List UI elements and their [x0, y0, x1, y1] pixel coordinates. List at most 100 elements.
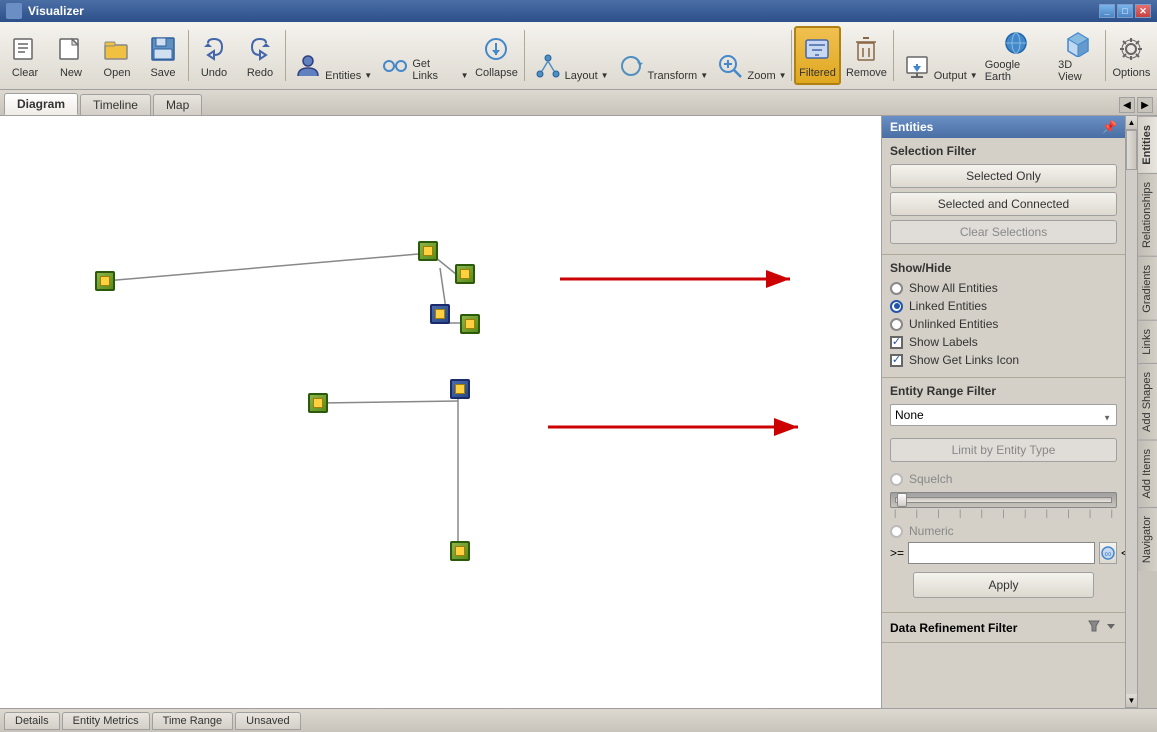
clear-selections-button[interactable]: Clear Selections [890, 220, 1117, 244]
show-all-radio[interactable] [890, 282, 903, 295]
panel-content: Entities 📌 Selection Filter Selected Onl… [882, 116, 1125, 708]
new-icon [55, 33, 87, 65]
linked-entities-radio-row[interactable]: Linked Entities [890, 299, 1117, 313]
unlinked-entities-radio[interactable] [890, 318, 903, 331]
minimize-button[interactable]: _ [1099, 4, 1115, 18]
graph-node[interactable] [95, 271, 115, 291]
slider-thumb[interactable] [897, 493, 907, 507]
transform-icon [616, 50, 646, 82]
scrollbar-up-button[interactable]: ▲ [1126, 116, 1137, 130]
data-refinement-title: Data Refinement Filter [890, 621, 1017, 635]
show-all-radio-row[interactable]: Show All Entities [890, 281, 1117, 295]
numeric-radio[interactable] [890, 525, 903, 538]
unlinked-entities-radio-row[interactable]: Unlinked Entities [890, 317, 1117, 331]
vert-tab-navigator[interactable]: Navigator [1138, 507, 1157, 571]
layout-button[interactable]: Layout ▼ [527, 26, 610, 85]
squelch-slider[interactable] [890, 492, 1117, 508]
data-refinement-filter-icon [1087, 619, 1101, 636]
show-labels-row[interactable]: Show Labels [890, 335, 1117, 349]
redo-icon [244, 33, 276, 65]
zoom-button[interactable]: Zoom ▼ [710, 26, 788, 85]
linked-entities-radio[interactable] [890, 300, 903, 313]
apply-button[interactable]: Apply [913, 572, 1095, 598]
vert-tab-add-items[interactable]: Add Items [1138, 440, 1157, 507]
get-links-icon [379, 50, 410, 82]
zoom-dropdown-arrow: ▼ [779, 71, 787, 80]
vert-tab-relationships[interactable]: Relationships [1138, 173, 1157, 256]
status-bar: Details Entity Metrics Time Range Unsave… [0, 708, 1157, 732]
google-earth-icon [1000, 29, 1032, 57]
canvas-area[interactable] [0, 116, 882, 708]
vert-tab-links[interactable]: Links [1138, 320, 1157, 363]
entities-button[interactable]: Entities ▼ [288, 26, 374, 85]
graph-node[interactable] [308, 393, 328, 413]
tab-diagram[interactable]: Diagram [4, 93, 78, 115]
show-get-links-label: Show Get Links Icon [909, 353, 1019, 367]
output-dropdown-arrow: ▼ [970, 71, 978, 80]
squelch-radio[interactable] [890, 473, 903, 486]
app-title: Visualizer [28, 4, 84, 18]
maximize-button[interactable]: □ [1117, 4, 1133, 18]
tabs-scroll-right[interactable]: ▶ [1137, 97, 1153, 113]
right-panel: Entities 📌 Selection Filter Selected Onl… [882, 116, 1157, 708]
entity-range-filter-title: Entity Range Filter [890, 384, 1117, 398]
remove-button[interactable]: Remove [841, 26, 891, 85]
main-content: Entities 📌 Selection Filter Selected Onl… [0, 116, 1157, 708]
selected-and-connected-button[interactable]: Selected and Connected [890, 192, 1117, 216]
options-button[interactable]: Options [1108, 26, 1155, 85]
tab-map[interactable]: Map [153, 94, 202, 115]
undo-button[interactable]: Undo [191, 26, 237, 85]
tab-timeline[interactable]: Timeline [80, 94, 151, 115]
close-button[interactable]: ✕ [1135, 4, 1151, 18]
filtered-button[interactable]: Filtered [794, 26, 842, 85]
graph-node[interactable] [418, 241, 438, 261]
vert-tab-add-shapes[interactable]: Add Shapes [1138, 363, 1157, 440]
get-links-button[interactable]: Get Links ▼ [374, 26, 470, 85]
status-tab-time-range[interactable]: Time Range [152, 712, 234, 730]
undo-icon [198, 33, 230, 65]
vert-tab-gradients[interactable]: Gradients [1138, 256, 1157, 321]
open-button[interactable]: Open [94, 26, 140, 85]
limit-by-entity-type-button[interactable]: Limit by Entity Type [890, 438, 1117, 462]
show-labels-checkbox[interactable] [890, 336, 903, 349]
tabs-scroll-left[interactable]: ◀ [1119, 97, 1135, 113]
selected-only-button[interactable]: Selected Only [890, 164, 1117, 188]
output-button[interactable]: Output ▼ [896, 26, 979, 85]
status-tab-details[interactable]: Details [4, 712, 60, 730]
entity-range-select[interactable]: None Type A Type B [890, 404, 1117, 426]
app-icon [6, 3, 22, 19]
numeric-min-input[interactable] [908, 542, 1095, 564]
collapse-button[interactable]: Collapse [471, 26, 523, 85]
3d-view-button[interactable]: 3D View [1053, 26, 1103, 85]
annotation-arrow-2 [548, 412, 808, 442]
vert-tab-entities[interactable]: Entities [1138, 116, 1157, 173]
numeric-radio-row[interactable]: Numeric [890, 524, 1117, 538]
status-tab-entity-metrics[interactable]: Entity Metrics [62, 712, 150, 730]
google-earth-button[interactable]: Google Earth [980, 26, 1053, 85]
graph-node-selected[interactable] [450, 379, 470, 399]
squelch-radio-row[interactable]: Squelch [890, 472, 1117, 486]
show-labels-label: Show Labels [909, 335, 978, 349]
redo-button[interactable]: Redo [237, 26, 283, 85]
numeric-icon[interactable]: ∞ [1099, 542, 1117, 564]
save-button[interactable]: Save [140, 26, 186, 85]
graph-node[interactable] [455, 264, 475, 284]
status-tab-unsaved[interactable]: Unsaved [235, 712, 300, 730]
graph-node[interactable] [460, 314, 480, 334]
graph-node[interactable] [450, 541, 470, 561]
scrollbar-track[interactable] [1126, 130, 1137, 694]
numeric-range-row: >= ∞ <= [890, 542, 1117, 564]
graph-node-selected[interactable] [430, 304, 450, 324]
entity-range-select-wrapper: None Type A Type B [890, 404, 1117, 432]
transform-button[interactable]: Transform ▼ [611, 26, 711, 85]
scrollbar-down-button[interactable]: ▼ [1126, 694, 1137, 708]
show-get-links-checkbox[interactable] [890, 354, 903, 367]
squelch-label: Squelch [909, 472, 952, 486]
clear-button[interactable]: Clear [2, 26, 48, 85]
new-button[interactable]: New [48, 26, 94, 85]
node-inner [465, 319, 475, 329]
scrollbar-thumb[interactable] [1126, 130, 1137, 170]
entities-icon [293, 50, 323, 82]
data-refinement-expand-icon[interactable] [1105, 620, 1117, 635]
show-get-links-row[interactable]: Show Get Links Icon [890, 353, 1117, 367]
